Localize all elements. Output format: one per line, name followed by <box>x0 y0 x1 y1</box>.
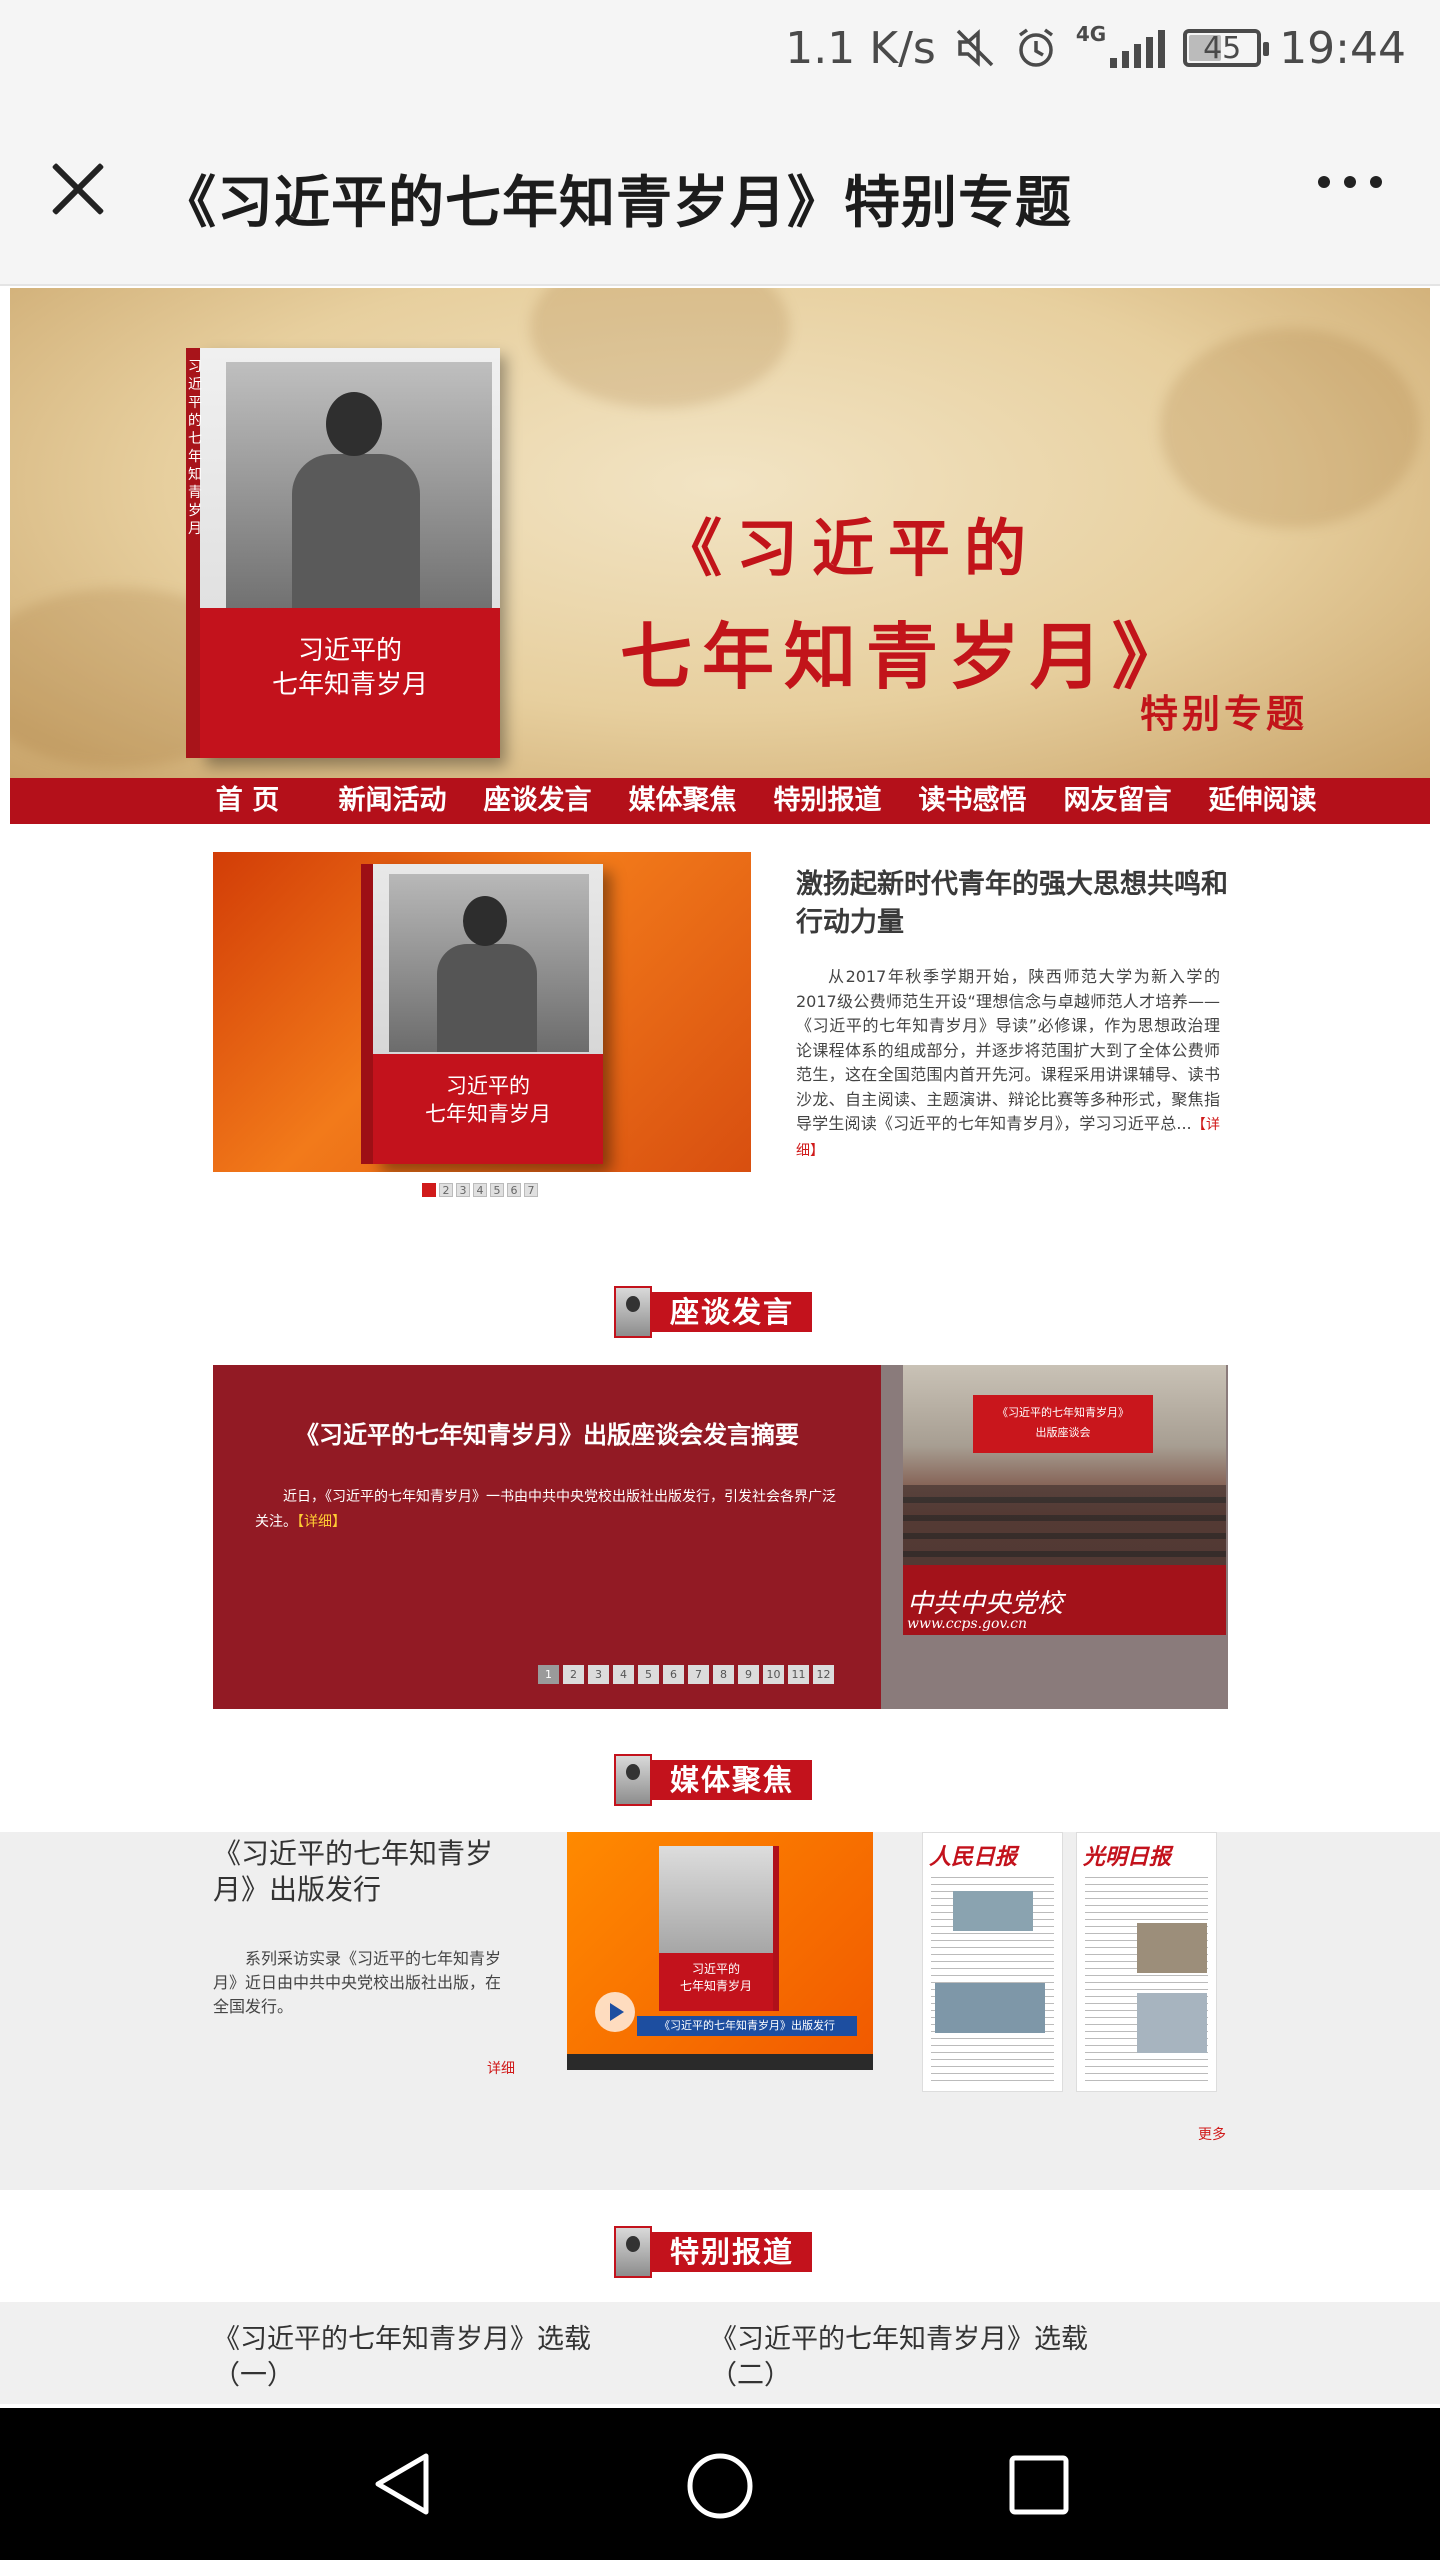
special-reports-list: 《习近平的七年知青岁月》选载（一） 《习近平的七年知青岁月》选载（二） <box>0 2302 1440 2404</box>
nav-item-media[interactable]: 媒体聚焦 <box>610 778 755 824</box>
media-more-link[interactable]: 更多 <box>1198 2124 1226 2144</box>
more-options-icon[interactable] <box>1318 176 1382 188</box>
banner-title-line2: 七年知青岁月》 <box>620 614 1195 699</box>
video-control-bar[interactable] <box>567 2054 873 2070</box>
report-link[interactable]: 《习近平的七年知青岁月》选载（二） <box>710 2322 1130 2394</box>
video-player[interactable]: 习近平的 七年知青岁月 《习近平的七年知青岁月》出版发行 <box>567 1832 873 2070</box>
pager-button[interactable]: 4 <box>613 1665 634 1684</box>
newspaper-masthead: 光明日报 <box>1083 1844 1172 1870</box>
battery-icon: 45 <box>1183 29 1270 67</box>
nav-item-special-reports[interactable]: 特别报道 <box>755 778 900 824</box>
symposium-photo[interactable]: 《习近平的七年知青岁月》 出版座谈会 中共中央党校 www.ccps.gov.c… <box>903 1365 1226 1635</box>
media-summary: 系列采访实录《习近平的七年知青岁月》近日由中共中央党校出版社出版，在全国发行。 <box>213 1949 502 2016</box>
pager-button[interactable]: 2 <box>563 1665 584 1684</box>
newspaper-thumbnail[interactable]: 光明日报 <box>1076 1832 1217 2092</box>
section-label: 特别报道 <box>652 2232 813 2272</box>
pager-button[interactable]: 10 <box>763 1665 784 1684</box>
pager-button[interactable]: 7 <box>688 1665 709 1684</box>
media-focus-panel: 《习近平的七年知青岁月》出版发行 系列采访实录《习近平的七年知青岁月》近日由中共… <box>0 1832 1440 2190</box>
pager-dot[interactable]: 7 <box>524 1183 538 1197</box>
signal-icon <box>1110 28 1166 68</box>
photo-stage-banner: 《习近平的七年知青岁月》 出版座谈会 <box>973 1395 1153 1453</box>
mute-icon <box>956 29 994 67</box>
section-book-icon <box>614 2226 652 2278</box>
close-icon[interactable] <box>40 152 116 228</box>
pager-button[interactable]: 11 <box>788 1665 809 1684</box>
pager-button[interactable]: 3 <box>588 1665 609 1684</box>
status-icons: 1.1 K/s 4G 45 19:44 <box>785 22 1406 74</box>
status-bar: 1.1 K/s 4G 45 19:44 <box>0 0 1440 96</box>
pager-button[interactable]: 5 <box>638 1665 659 1684</box>
section-book-icon <box>614 1286 652 1338</box>
symposium-pager: 1 2 3 4 5 6 7 8 9 10 11 12 <box>538 1665 834 1684</box>
feature-pager: 1 2 3 4 5 6 7 <box>422 1183 538 1197</box>
nav-item-reading[interactable]: 读书感悟 <box>900 778 1045 824</box>
symposium-slider: 《习近平的七年知青岁月》出版座谈会发言摘要 近日，《习近平的七年知青岁月》一书由… <box>213 1365 1228 1709</box>
feature-book-title: 习近平的 七年知青岁月 <box>373 1054 603 1164</box>
nav-item-home[interactable]: 首 页 <box>175 778 320 824</box>
page-title: 《习近平的七年知青岁月》特别专题 <box>160 171 1072 236</box>
newspaper-masthead: 人民日报 <box>929 1844 1018 1870</box>
battery-level: 45 <box>1203 30 1242 66</box>
nav-item-news[interactable]: 新闻活动 <box>320 778 465 824</box>
nav-item-symposium[interactable]: 座谈发言 <box>465 778 610 824</box>
hero-banner: 习近平的七年知青岁月 习近平的 七年知青岁月 《习近平的 七年知青岁月》 特别专… <box>10 288 1430 778</box>
section-label: 媒体聚焦 <box>652 1760 813 1800</box>
nav-item-comments[interactable]: 网友留言 <box>1045 778 1190 824</box>
book-cover-image: 习近平的七年知青岁月 习近平的 七年知青岁月 <box>188 348 500 758</box>
pager-dot[interactable]: 4 <box>473 1183 487 1197</box>
pager-dot[interactable]: 1 <box>422 1183 436 1197</box>
video-book-title: 习近平的 七年知青岁月 <box>659 1953 773 2011</box>
feature-summary: 从2017年秋季学期开始，陕西师范大学为新入学的2017级公费师范生开设“理想信… <box>796 965 1220 1163</box>
pager-dot[interactable]: 5 <box>490 1183 504 1197</box>
main-nav: 首 页 新闻活动 座谈发言 媒体聚焦 特别报道 读书感悟 网友留言 延伸阅读 <box>10 778 1430 824</box>
section-book-icon <box>614 1754 652 1806</box>
net-speed: 1.1 K/s <box>785 22 936 74</box>
pager-dot[interactable]: 3 <box>456 1183 470 1197</box>
play-icon[interactable] <box>595 1992 635 2032</box>
pager-button[interactable]: 6 <box>663 1665 684 1684</box>
clock: 19:44 <box>1279 22 1406 74</box>
title-bar: 《习近平的七年知青岁月》特别专题 <box>0 96 1440 286</box>
photo-watermark: 中共中央党校 www.ccps.gov.cn <box>907 1589 1064 1632</box>
video-caption: 《习近平的七年知青岁月》出版发行 <box>637 2016 857 2036</box>
symposium-detail-link[interactable]: 【详细】 <box>297 1514 346 1530</box>
pager-dot[interactable]: 6 <box>507 1183 521 1197</box>
banner-subtitle: 特别专题 <box>1140 691 1309 736</box>
media-detail-link[interactable]: 详细 <box>487 2058 515 2078</box>
system-nav-bar <box>0 2408 1440 2560</box>
feature-title[interactable]: 激扬起新时代青年的强大思想共鸣和行动力量 <box>796 866 1236 942</box>
feature-summary-text: 从2017年秋季学期开始，陕西师范大学为新入学的2017级公费师范生开设“理想信… <box>796 967 1220 1133</box>
feature-slide-image[interactable]: 习近平的 七年知青岁月 <box>213 852 751 1172</box>
photo-watermark-url: www.ccps.gov.cn <box>907 1616 1027 1632</box>
book-spine-title: 习近平的七年知青岁月 <box>188 359 202 537</box>
banner-title-line1: 《习近平的 <box>660 512 1041 585</box>
pager-button[interactable]: 9 <box>738 1665 759 1684</box>
symposium-summary: 近日，《习近平的七年知青岁月》一书由中共中央党校出版社出版发行，引发社会各界广泛… <box>255 1485 845 1535</box>
pager-button[interactable]: 1 <box>538 1665 559 1684</box>
alarm-icon <box>1018 28 1053 67</box>
symposium-headline[interactable]: 《习近平的七年知青岁月》出版座谈会发言摘要 <box>213 1415 881 1450</box>
pager-dot[interactable]: 2 <box>439 1183 453 1197</box>
section-header-symposium: 座谈发言 <box>614 1286 813 1338</box>
book-cover-title: 习近平的 七年知青岁月 <box>200 608 500 758</box>
pager-button[interactable]: 8 <box>713 1665 734 1684</box>
pager-button[interactable]: 12 <box>813 1665 834 1684</box>
section-label: 座谈发言 <box>652 1292 813 1332</box>
section-header-reports: 特别报道 <box>614 2226 813 2278</box>
report-link[interactable]: 《习近平的七年知青岁月》选载（一） <box>213 2322 633 2394</box>
nav-item-further-reading[interactable]: 延伸阅读 <box>1190 778 1335 824</box>
media-title[interactable]: 《习近平的七年知青岁月》出版发行 <box>213 1836 513 1908</box>
newspaper-thumbnails: 人民日报 光明日报 <box>922 1832 1217 2092</box>
section-header-media: 媒体聚焦 <box>614 1754 813 1806</box>
network-type-icon: 4G <box>1075 22 1107 46</box>
newspaper-thumbnail[interactable]: 人民日报 <box>922 1832 1063 2092</box>
home-icon[interactable] <box>686 2452 754 2520</box>
recent-apps-icon[interactable] <box>1008 2454 1070 2516</box>
